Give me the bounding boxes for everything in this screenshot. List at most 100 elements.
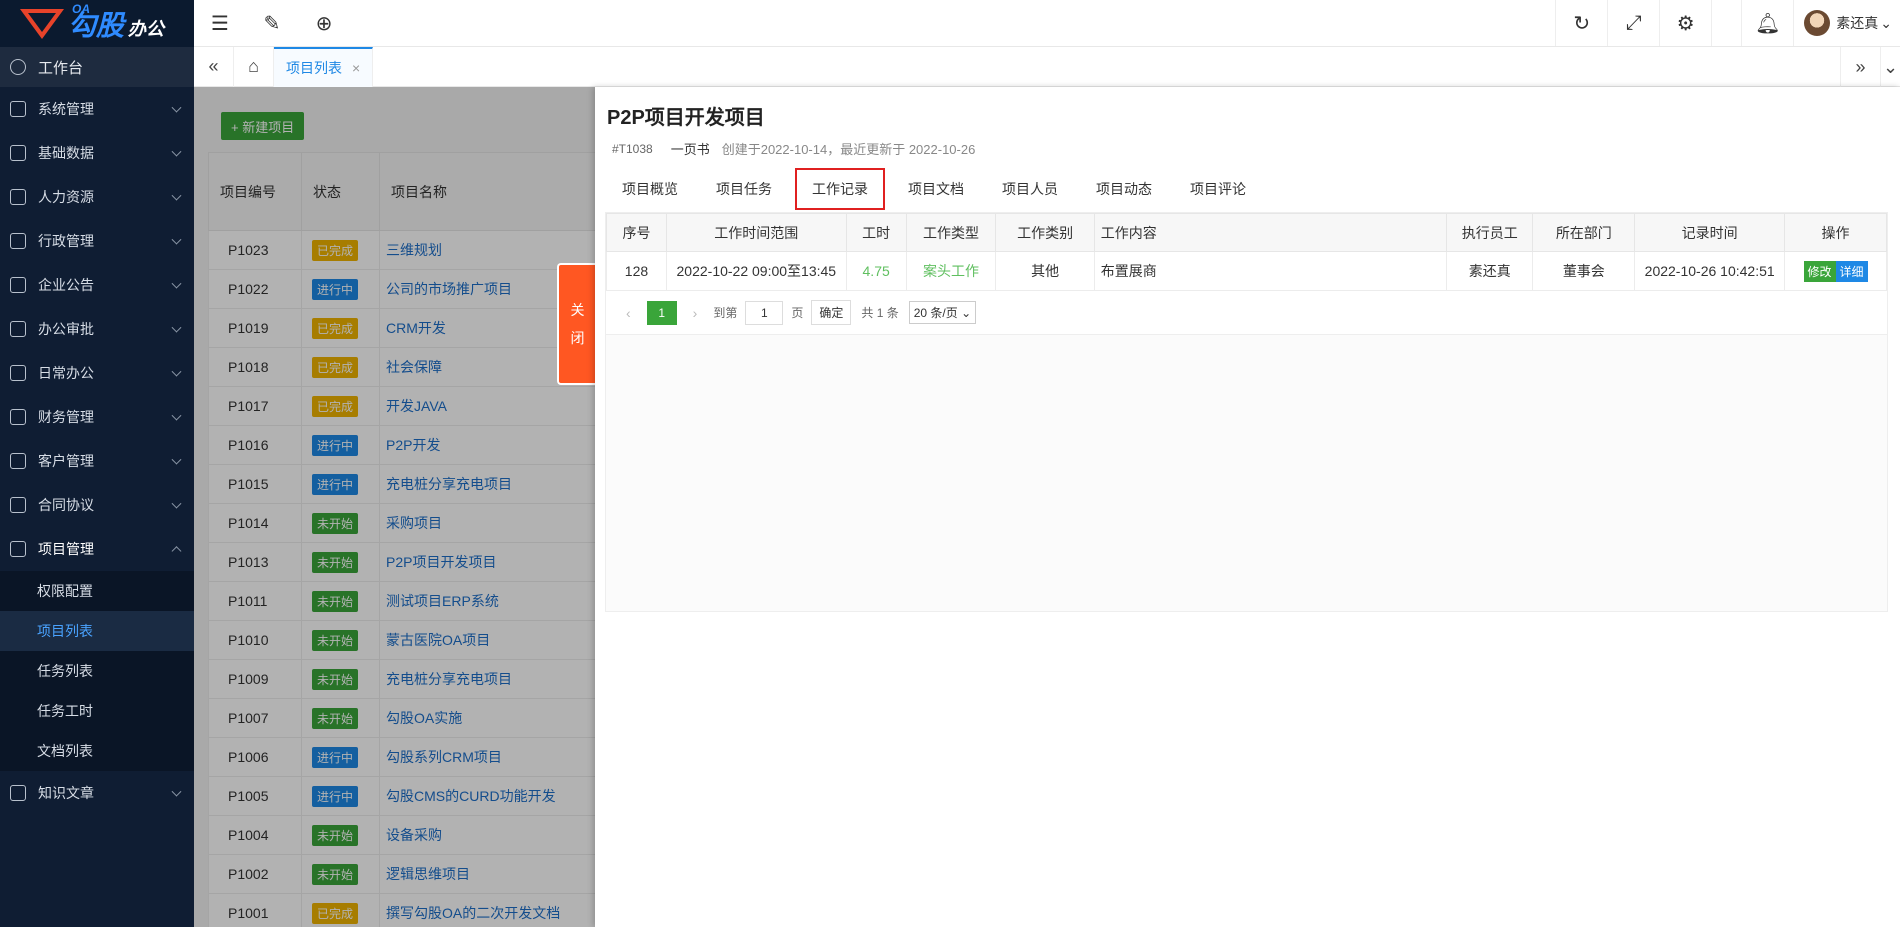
sidebar-item-icon [10, 145, 26, 161]
logo-mark-icon [20, 7, 64, 41]
header-spacer [1711, 0, 1741, 46]
sidebar-item-4[interactable]: 企业公告 [0, 263, 194, 307]
sidebar-item-8[interactable]: 客户管理 [0, 439, 194, 483]
close-label-2: 闭 [570, 330, 585, 346]
sidebar-subitem-1[interactable]: 项目列表 [0, 611, 194, 651]
drawer-tab-0[interactable]: 项目概览 [607, 169, 693, 209]
sidebar-item-1[interactable]: 基础数据 [0, 131, 194, 175]
column-header: 执行员工 [1446, 213, 1534, 252]
goto-page-input[interactable] [745, 300, 784, 325]
logo[interactable]: OA 勾股 办公 [0, 0, 194, 47]
record-staff: 素还真 [1446, 251, 1534, 291]
sidebar-subitem-0[interactable]: 权限配置 [0, 571, 194, 611]
drawer-close-button[interactable]: 关 闭 [557, 263, 596, 385]
logo-oa: OA [72, 2, 90, 16]
project-owner: 一页书 [670, 142, 710, 157]
book-icon [10, 785, 26, 801]
sidebar-subitem-2[interactable]: 任务列表 [0, 651, 194, 691]
drawer-tab-6[interactable]: 项目评论 [1175, 169, 1261, 209]
page-unit: 页 [791, 306, 804, 320]
tabs-scroll-left-icon[interactable]: « [194, 46, 234, 87]
current-page[interactable]: 1 [646, 300, 677, 325]
chevron-down-icon [171, 102, 182, 113]
record-actions: 修改 详细 [1784, 251, 1887, 291]
detail-button[interactable]: 详细 [1835, 260, 1868, 282]
edit-button[interactable]: 修改 [1803, 260, 1836, 282]
sidebar-item-workbench[interactable]: 工作台 [0, 47, 194, 87]
sidebar-item-6[interactable]: 日常办公 [0, 351, 194, 395]
tabs-menu-icon[interactable]: ⌄ [1880, 47, 1900, 87]
sidebar-item-3[interactable]: 行政管理 [0, 219, 194, 263]
sidebar-item-label: 日常办公 [38, 365, 94, 381]
user-menu[interactable]: 素还真 ⌄ [1793, 0, 1900, 46]
tabs-bar: « ⌂ 项目列表 × » ⌄ [194, 46, 1900, 87]
sidebar-item-label: 合同协议 [38, 497, 94, 513]
gear-icon[interactable]: ⚙ [1659, 0, 1711, 46]
workbench-icon [10, 59, 26, 75]
column-header: 所在部门 [1532, 213, 1636, 252]
sidebar-item-label: 企业公告 [38, 277, 94, 293]
globe-icon[interactable]: ⊕ [298, 0, 350, 46]
drawer-tab-1[interactable]: 项目任务 [701, 169, 787, 209]
chevron-down-icon [171, 410, 182, 421]
chevron-down-icon [171, 278, 182, 289]
chevron-down-icon [171, 454, 182, 465]
close-label-1: 关 [570, 302, 585, 318]
drawer-tab-3[interactable]: 项目文档 [893, 169, 979, 209]
sidebar-item-icon [10, 497, 26, 513]
sidebar-item-5[interactable]: 办公审批 [0, 307, 194, 351]
record-type: 案头工作 [905, 251, 997, 291]
chevron-down-icon [171, 786, 182, 797]
sidebar-item-2[interactable]: 人力资源 [0, 175, 194, 219]
sidebar-item-label: 工作台 [38, 59, 84, 77]
work-record-table: 序号 工作时间范围 工时 工作类型 工作类别 工作内容 执行员工 所在部门 记录时间 操作 128… [606, 213, 1887, 291]
sidebar-item-project-management[interactable]: 项目管理 [0, 527, 194, 571]
sidebar-item-7[interactable]: 财务管理 [0, 395, 194, 439]
next-page-icon[interactable]: › [693, 305, 698, 321]
sidebar-item-label: 行政管理 [38, 233, 94, 249]
goto-label: 到第 [713, 306, 738, 320]
fullscreen-icon[interactable]: ⤢ [1607, 0, 1659, 46]
sidebar-item-label: 知识文章 [38, 785, 94, 801]
clean-brush-icon[interactable]: ✎ [246, 0, 298, 46]
column-header: 操作 [1784, 213, 1887, 252]
prev-page-icon[interactable]: ‹ [626, 305, 631, 321]
chevron-down-icon [171, 234, 182, 245]
drawer-title: P2P项目开发项目 [607, 107, 765, 129]
drawer-tab-2[interactable]: 工作记录 [795, 168, 885, 210]
drawer-tab-5[interactable]: 项目动态 [1081, 169, 1167, 209]
column-header: 工作时间范围 [665, 213, 847, 252]
record-no: 128 [606, 251, 667, 291]
page-size-select[interactable]: 20 条/页 ⌄ [908, 301, 977, 324]
bell-icon[interactable]: 🔔︎ [1741, 0, 1793, 46]
project-dates: 创建于2022-10-14，最近更新于 2022-10-26 [721, 142, 976, 157]
sidebar-item-icon [10, 233, 26, 249]
sidebar-subitem-3[interactable]: 任务工时 [0, 691, 194, 731]
close-icon[interactable]: × [352, 60, 360, 76]
chevron-down-icon [171, 366, 182, 377]
home-icon[interactable]: ⌂ [234, 46, 274, 87]
sidebar-item-icon [10, 409, 26, 425]
sidebar-subnav: 权限配置 项目列表 任务列表 任务工时 文档列表 [0, 571, 194, 771]
sidebar-item-knowledge[interactable]: 知识文章 [0, 771, 194, 815]
sidebar-item-icon [10, 277, 26, 293]
project-drawer: P2P项目开发项目 #T1038 一页书 创建于2022-10-14，最近更新于… [595, 87, 1900, 927]
sidebar-subitem-4[interactable]: 文档列表 [0, 731, 194, 771]
drawer-tab-4[interactable]: 项目人员 [987, 169, 1073, 209]
column-header: 工作类别 [995, 213, 1095, 252]
sidebar-item-0[interactable]: 系统管理 [0, 87, 194, 131]
goto-confirm-button[interactable]: 确定 [811, 300, 852, 325]
column-header: 序号 [606, 213, 667, 252]
user-name: 素还真 [1836, 15, 1879, 31]
tab-project-list[interactable]: 项目列表 × [274, 46, 374, 87]
sidebar-item-9[interactable]: 合同协议 [0, 483, 194, 527]
menu-toggle-icon[interactable]: ☰ [194, 0, 246, 46]
tabs-scroll-right-icon[interactable]: » [1840, 47, 1880, 87]
tab-label: 项目列表 [286, 59, 342, 76]
sidebar-item-icon [10, 101, 26, 117]
record-dept: 董事会 [1532, 251, 1636, 291]
sidebar-item-label: 项目管理 [38, 541, 94, 557]
record-content: 布置展商 [1093, 251, 1448, 291]
refresh-icon[interactable]: ↻ [1555, 0, 1607, 46]
record-hours: 4.75 [845, 251, 907, 291]
